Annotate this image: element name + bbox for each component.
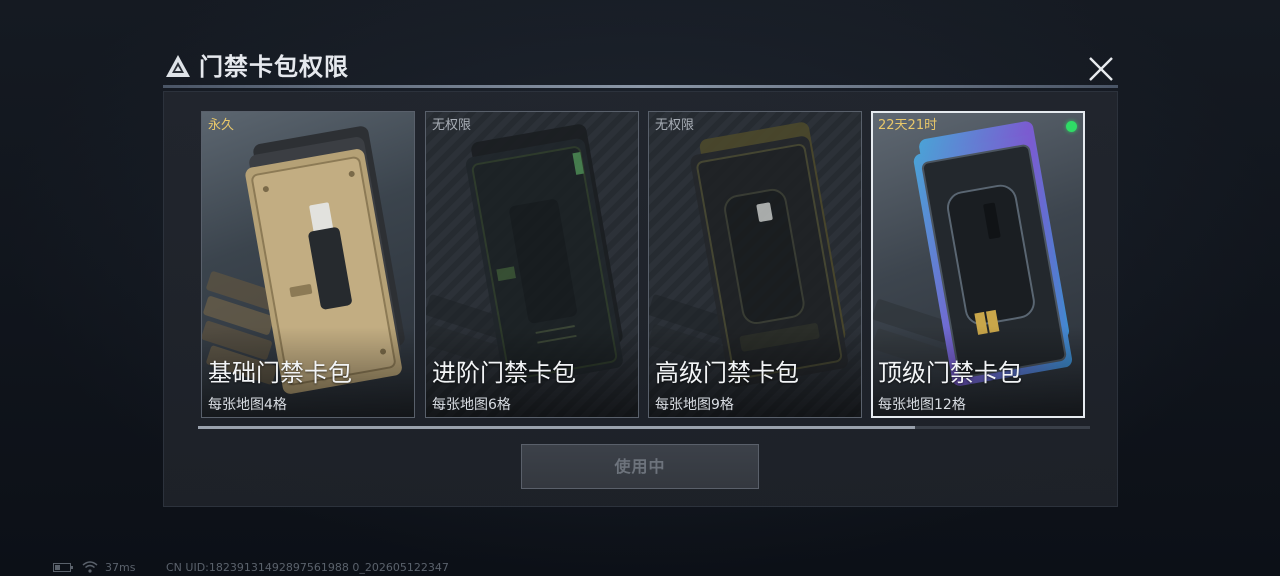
dialog-header: 门禁卡包权限 — [163, 48, 1118, 88]
use-button[interactable]: 使用中 — [521, 444, 759, 489]
card-name: 基础门禁卡包 — [208, 359, 352, 387]
title-divider — [163, 85, 1118, 88]
card-basic[interactable]: 永久 基础门禁卡包 每张地图4格 — [201, 111, 415, 418]
card-tag: 22天21时 — [878, 118, 938, 133]
card-name: 进阶门禁卡包 — [432, 359, 576, 387]
card-desc: 每张地图12格 — [878, 397, 966, 413]
card-advanced[interactable]: 无权限 进阶门禁卡包 每张地图6格 — [425, 111, 639, 418]
status-footer: 37ms CN UID:18239131492897561988 0_20260… — [0, 558, 1280, 576]
card-tag: 永久 — [208, 118, 235, 133]
card-desc: 每张地图4格 — [208, 397, 287, 413]
scrollbar-thumb[interactable] — [198, 426, 915, 429]
uid-text: CN UID:18239131492897561988 0_2026051223… — [166, 561, 449, 574]
delta-logo-icon — [166, 55, 190, 77]
active-status-dot — [1066, 121, 1077, 132]
ping-text: 37ms — [105, 561, 136, 574]
card-senior[interactable]: 无权限 高级门禁卡包 每张地图9格 — [648, 111, 862, 418]
card-name: 顶级门禁卡包 — [878, 359, 1022, 387]
wifi-icon — [82, 561, 98, 573]
card-top[interactable]: 22天21时 顶级门禁卡包 每张地图12格 — [871, 111, 1085, 418]
card-name: 高级门禁卡包 — [655, 359, 799, 387]
dialog-title: 门禁卡包权限 — [199, 53, 349, 81]
card-tag: 无权限 — [655, 118, 695, 133]
card-desc: 每张地图6格 — [432, 397, 511, 413]
card-tag: 无权限 — [432, 118, 472, 133]
close-icon[interactable] — [1086, 54, 1116, 84]
battery-icon — [53, 563, 73, 572]
card-desc: 每张地图9格 — [655, 397, 734, 413]
